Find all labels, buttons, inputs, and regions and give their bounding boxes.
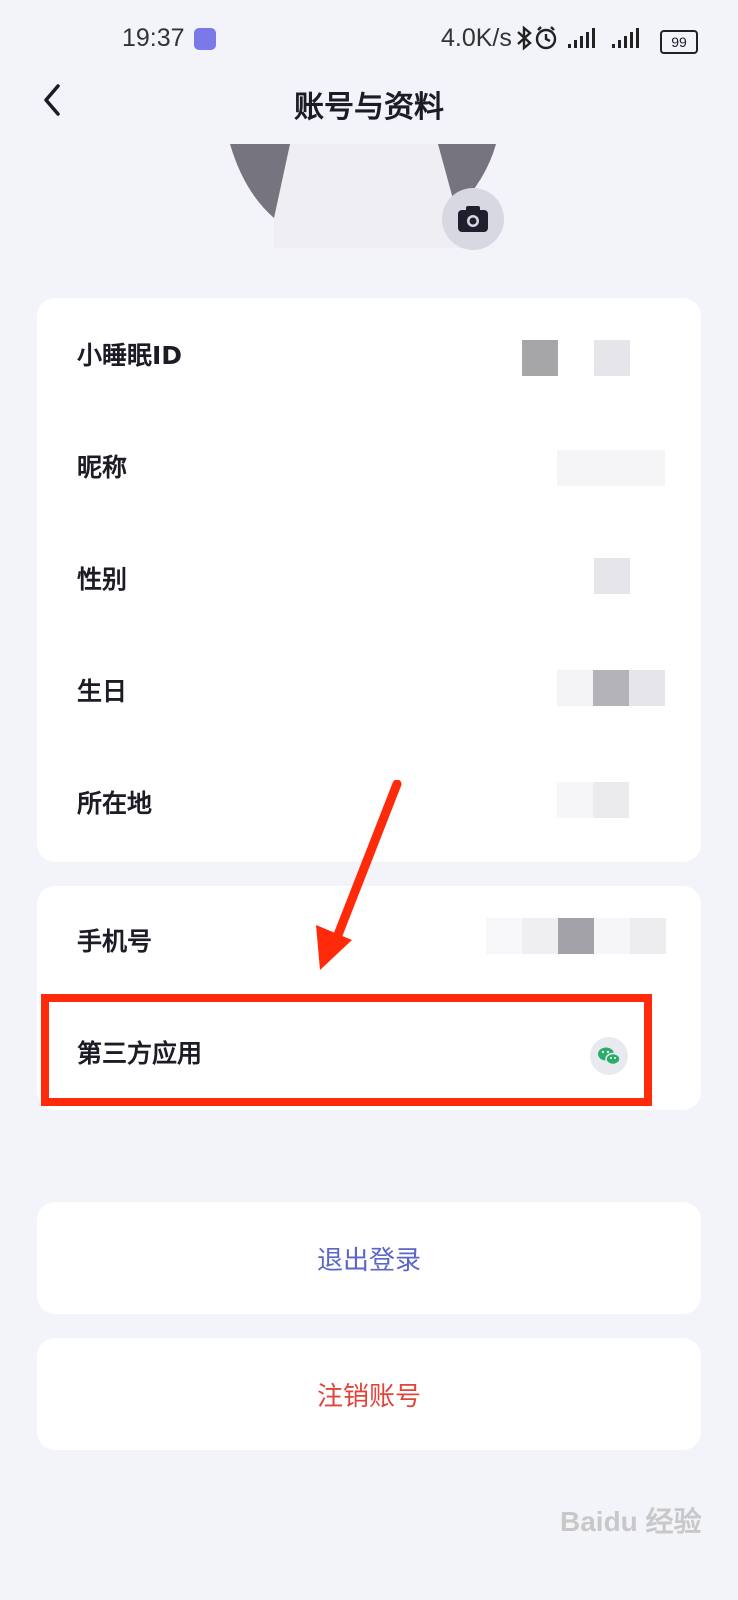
row-label: 生日 [77,677,128,706]
camera-icon [458,206,488,232]
battery-indicator: 99 [660,30,698,54]
redacted-value [486,918,522,954]
redacted-value [593,670,629,706]
bluetooth-icon [517,25,532,51]
redacted-value [557,450,665,486]
status-icons [516,24,652,58]
delete-account-button[interactable]: 注销账号 [37,1338,701,1450]
row-sleep-id[interactable]: 小睡眠ID [37,298,701,408]
signal-4g-icon [612,28,639,48]
row-nickname[interactable]: 昵称 [37,408,701,520]
redacted-value [629,670,665,706]
status-time: 19:37 [122,24,185,52]
row-label: 所在地 [77,789,153,818]
redacted-value [594,918,630,954]
row-label: 性别 [77,565,128,594]
annotation-highlight-box [41,994,652,1106]
redacted-value [594,340,630,376]
redacted-value [558,918,594,954]
alarm-icon [535,26,557,50]
network-speed: 4.0K/s [441,24,512,52]
row-birthday[interactable]: 生日 [37,632,701,744]
row-label: 小睡眠ID [77,341,183,370]
logout-label: 退出登录 [316,1246,421,1276]
delete-account-label: 注销账号 [316,1382,421,1412]
redacted-value [522,918,558,954]
redacted-value [593,782,629,818]
app-notification-icon [194,28,216,50]
profile-info-card: 小睡眠ID 昵称 性别 生日 所在地 [37,298,701,862]
signal-5g-icon [568,28,595,48]
row-label: 昵称 [77,453,128,482]
change-avatar-button[interactable] [442,188,504,250]
row-gender[interactable]: 性别 [37,520,701,632]
row-label: 手机号 [77,927,153,956]
watermark: Baidu 经验 [560,1506,702,1537]
logout-button[interactable]: 退出登录 [37,1202,701,1314]
redacted-value [594,558,630,594]
redacted-value [630,918,666,954]
page-title: 账号与资料 [294,90,444,125]
redacted-value [557,782,593,818]
annotation-arrow [316,780,402,970]
redacted-value [557,670,593,706]
redacted-value [522,340,558,376]
